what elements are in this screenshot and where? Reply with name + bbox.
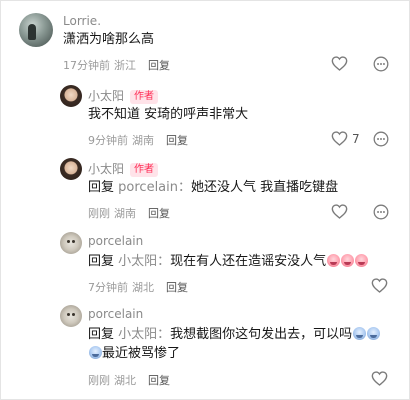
comment-meta: 刚刚 湖南 回复 bbox=[88, 205, 170, 221]
comment-meta: 7分钟前 湖北 回复 bbox=[88, 279, 188, 295]
avatar[interactable] bbox=[60, 305, 82, 327]
like-button[interactable] bbox=[331, 204, 348, 219]
sweat-emoji-icon bbox=[367, 327, 381, 340]
reply-target[interactable]: 小太阳： bbox=[118, 327, 170, 342]
avatar[interactable] bbox=[60, 232, 82, 254]
like-button[interactable]: 7 bbox=[331, 131, 360, 146]
comment-text: 现在有人还在造谣安没人气 bbox=[170, 254, 327, 269]
timestamp: 刚刚 bbox=[88, 374, 110, 387]
comment-text: 潇洒为啥那么高 bbox=[63, 32, 155, 47]
avatar[interactable] bbox=[19, 13, 53, 47]
more-options-icon bbox=[373, 56, 389, 72]
username[interactable]: Lorrie. bbox=[63, 14, 101, 28]
location: 浙江 bbox=[114, 59, 136, 72]
username[interactable]: 小太阳 bbox=[88, 162, 124, 176]
avatar[interactable] bbox=[60, 85, 82, 107]
crying-emoji-icon bbox=[327, 254, 341, 267]
reply-target[interactable]: 小太阳： bbox=[118, 254, 170, 269]
comment-thread: Lorrie. 潇洒为啥那么高 17分钟前 浙江 回复 小太阳 作者 我不知道 安琦的… bbox=[0, 0, 410, 400]
sweat-emoji-icon bbox=[353, 327, 367, 340]
crying-emoji-icon bbox=[341, 254, 355, 267]
comment-text: 我想截图你这句发出去，可以吗 bbox=[170, 327, 353, 342]
comment-text-row: 回复 小太阳：我想截图你这句发出去，可以吗 bbox=[88, 326, 381, 344]
username[interactable]: porcelain bbox=[88, 234, 143, 248]
like-button[interactable] bbox=[331, 56, 348, 71]
more-options-button[interactable] bbox=[373, 131, 389, 147]
comment-text: 她还没人气 我直播吃键盘 bbox=[191, 180, 339, 195]
reply-button[interactable]: 回复 bbox=[166, 134, 188, 147]
comment-text-row-2: 最近被骂惨了 bbox=[88, 345, 180, 363]
timestamp: 17分钟前 bbox=[63, 59, 110, 72]
avatar[interactable] bbox=[60, 158, 82, 180]
username[interactable]: porcelain bbox=[88, 307, 143, 321]
timestamp: 刚刚 bbox=[88, 207, 110, 220]
reply-button[interactable]: 回复 bbox=[148, 374, 170, 387]
timestamp: 7分钟前 bbox=[88, 281, 128, 294]
author-badge: 作者 bbox=[130, 90, 159, 104]
comment-meta: 刚刚 湖北 回复 bbox=[88, 372, 170, 388]
like-button[interactable] bbox=[371, 278, 388, 293]
location: 湖南 bbox=[132, 134, 154, 147]
reply-prefix: 回复 bbox=[88, 327, 115, 342]
comment-meta: 17分钟前 浙江 回复 bbox=[63, 57, 170, 73]
username-row: 小太阳 作者 bbox=[88, 160, 159, 177]
reply-prefix: 回复 bbox=[88, 254, 115, 269]
heart-outline-icon bbox=[331, 204, 348, 219]
location: 湖北 bbox=[132, 281, 154, 294]
sweat-emoji-icon bbox=[89, 346, 102, 359]
reply-button[interactable]: 回复 bbox=[148, 59, 170, 72]
author-badge: 作者 bbox=[130, 163, 159, 177]
comment-meta: 9分钟前 湖南 回复 bbox=[88, 132, 188, 148]
username-row: 小太阳 作者 bbox=[88, 87, 159, 104]
heart-outline-icon bbox=[371, 278, 388, 293]
heart-outline-icon bbox=[331, 131, 348, 146]
username[interactable]: 小太阳 bbox=[88, 89, 124, 103]
more-options-button[interactable] bbox=[373, 204, 389, 220]
more-options-button[interactable] bbox=[373, 56, 389, 72]
more-options-icon bbox=[373, 131, 389, 147]
like-button[interactable] bbox=[371, 371, 388, 386]
more-options-icon bbox=[373, 204, 389, 220]
comment-text-row: 回复 小太阳：现在有人还在造谣安没人气 bbox=[88, 253, 369, 271]
comment-text-row: 回复 porcelain：她还没人气 我直播吃键盘 bbox=[88, 179, 338, 197]
reply-prefix: 回复 bbox=[88, 180, 115, 195]
reply-target[interactable]: porcelain： bbox=[118, 180, 191, 195]
comment-text-line2: 最近被骂惨了 bbox=[102, 346, 181, 361]
comment-text: 我不知道 安琦的呼声非常大 bbox=[88, 107, 249, 122]
like-count: 7 bbox=[352, 131, 360, 146]
crying-emoji-icon bbox=[355, 254, 369, 267]
location: 湖北 bbox=[114, 374, 136, 387]
timestamp: 9分钟前 bbox=[88, 134, 128, 147]
location: 湖南 bbox=[114, 207, 136, 220]
heart-outline-icon bbox=[371, 371, 388, 386]
reply-button[interactable]: 回复 bbox=[166, 281, 188, 294]
reply-button[interactable]: 回复 bbox=[148, 207, 170, 220]
heart-outline-icon bbox=[331, 56, 348, 71]
